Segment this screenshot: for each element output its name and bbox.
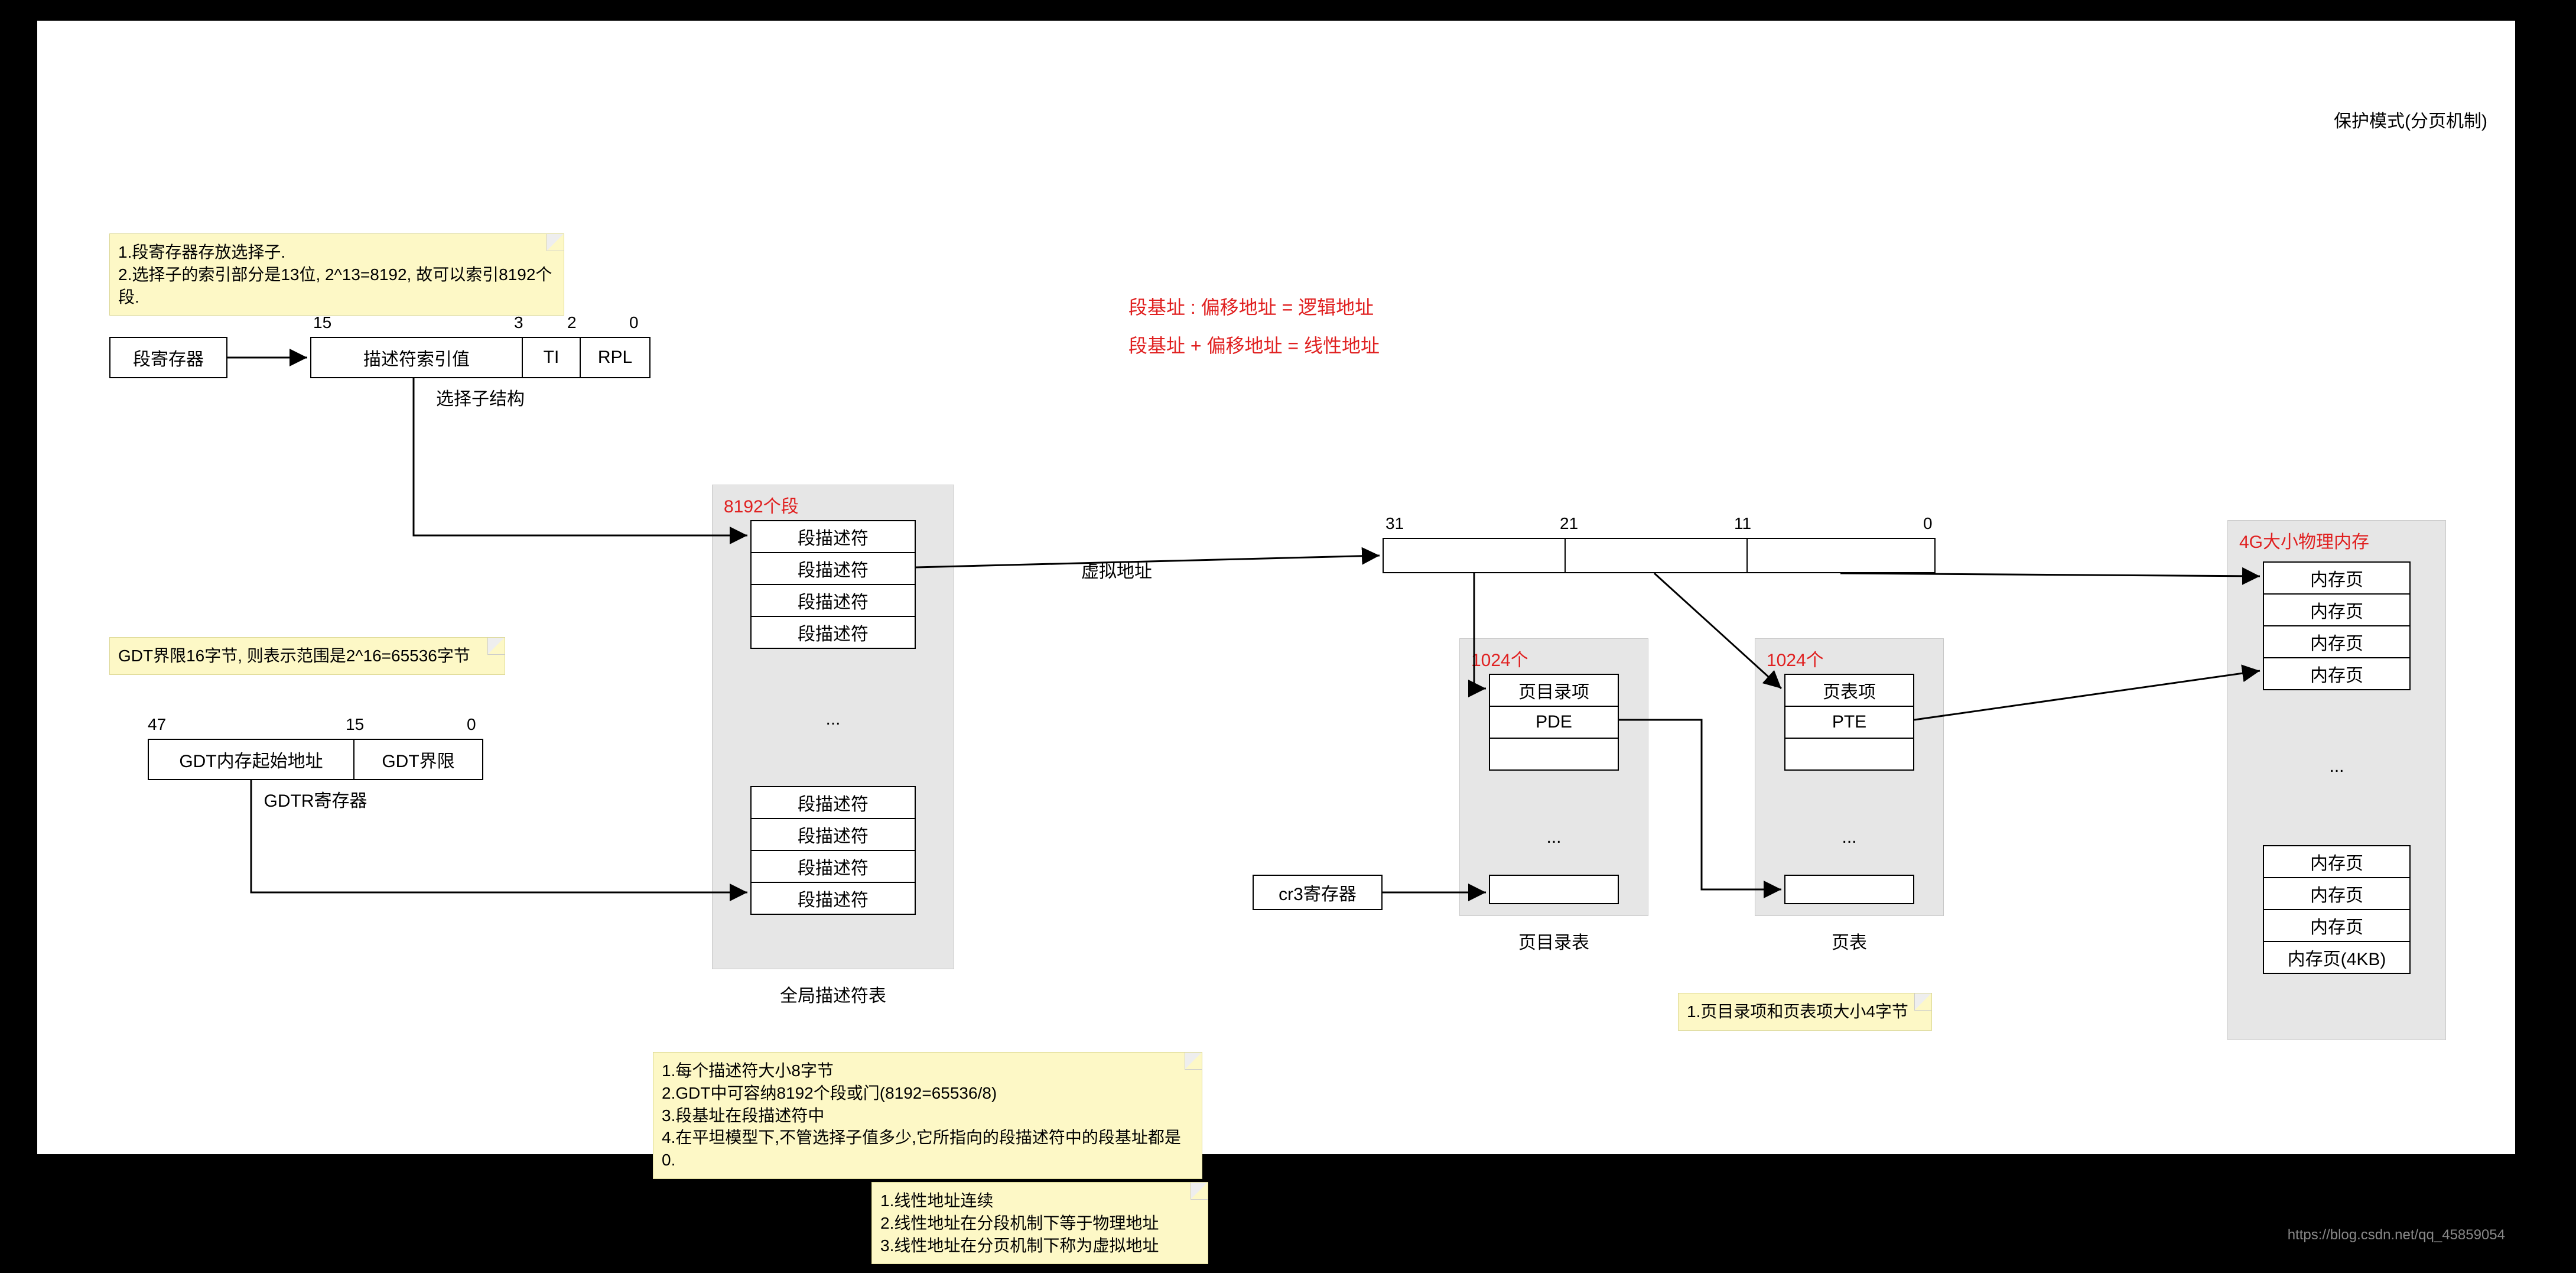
gdt-bot-stack: 段描述符 段描述符 段描述符 段描述符 (750, 786, 916, 915)
va-label: 虚拟地址 (1081, 557, 1152, 583)
note-line: 1.每个描述符大小8字节 (662, 1060, 1191, 1082)
la-mid (1565, 538, 1748, 573)
table-row (1489, 739, 1619, 771)
cr3-box: cr3寄存器 (1253, 875, 1383, 910)
tick-15b: 15 (346, 715, 364, 734)
selector-rpl: RPL (580, 337, 650, 378)
pte-title: 1024个 (1767, 645, 1824, 671)
pte-last (1784, 875, 1914, 904)
gdt-top-stack: 段描述符 段描述符 段描述符 段描述符 (750, 520, 916, 649)
tick-2: 2 (567, 313, 577, 332)
tick-0c: 0 (1923, 514, 1933, 533)
page-frame (35, 19, 2517, 1156)
la-low (1746, 538, 1936, 573)
la-high (1383, 538, 1566, 573)
phys-top-stack: 内存页 内存页 内存页 内存页 (2263, 561, 2411, 690)
pte-dots: ... (1784, 827, 1914, 847)
selector-caption: 选择子结构 (310, 384, 650, 410)
table-row: 内存页 (2263, 658, 2411, 690)
gdtr-base: GDT内存起始地址 (148, 739, 354, 780)
phys-title: 4G大小物理内存 (2239, 527, 2369, 553)
tick-31: 31 (1385, 514, 1404, 533)
note-line: 1.段寄存器存放选择子. (118, 241, 553, 264)
equation-2: 段基址 + 偏移地址 = 线性地址 (1128, 331, 1380, 358)
tick-11: 11 (1734, 514, 1751, 533)
note-line: 2.选择子的索引部分是13位, 2^13=8192, 故可以索引8192个段. (118, 264, 553, 308)
note-descriptor: 1.每个描述符大小8字节 2.GDT中可容纳8192个段或门(8192=6553… (653, 1052, 1202, 1179)
selector-index: 描述符索引值 (310, 337, 523, 378)
table-row: 内存页(4KB) (2263, 942, 2411, 974)
pte-caption: 页表 (1755, 928, 1944, 954)
note-line: 3.段基址在段描述符中 (662, 1105, 1191, 1127)
table-row: PDE (1489, 707, 1619, 739)
gdtr-caption: GDTR寄存器 (148, 786, 483, 812)
gdt-title: 8192个段 (724, 492, 799, 518)
pde-stack: 页目录项 PDE (1489, 674, 1619, 771)
tick-15: 15 (313, 313, 331, 332)
pde-caption: 页目录表 (1459, 928, 1648, 954)
note-selector: 1.段寄存器存放选择子. 2.选择子的索引部分是13位, 2^13=8192, … (109, 233, 564, 316)
table-row: 内存页 (2263, 910, 2411, 942)
pde-dots: ... (1489, 827, 1619, 847)
table-row: PTE (1784, 707, 1914, 739)
note-line: 2.线性地址在分段机制下等于物理地址 (880, 1212, 1197, 1235)
note-line: 2.GDT中可容纳8192个段或门(8192=65536/8) (662, 1082, 1191, 1105)
table-row: 段描述符 (750, 883, 916, 915)
note-gdt-limit: GDT界限16字节, 则表示范围是2^16=65536字节 (109, 637, 505, 675)
footer-url: https://blog.csdn.net/qq_45859054 (2288, 1227, 2505, 1243)
table-row: 内存页 (2263, 561, 2411, 595)
table-row: 页目录项 (1489, 674, 1619, 707)
gdt-dots: ... (750, 709, 916, 729)
table-row: 内存页 (2263, 626, 2411, 658)
note-line: 3.线性地址在分页机制下称为虚拟地址 (880, 1235, 1197, 1257)
table-row: 段描述符 (750, 819, 916, 851)
note-line: 1.线性地址连续 (880, 1190, 1197, 1212)
table-row: 段描述符 (750, 553, 916, 585)
tick-47: 47 (148, 715, 166, 734)
pde-last (1489, 875, 1619, 904)
table-row: 段描述符 (750, 786, 916, 819)
table-row: 段描述符 (750, 585, 916, 617)
table-row: 内存页 (2263, 845, 2411, 878)
equation-1: 段基址 : 偏移地址 = 逻辑地址 (1128, 293, 1374, 320)
selector-ti: TI (522, 337, 581, 378)
tick-0: 0 (629, 313, 639, 332)
pte-stack: 页表项 PTE (1784, 674, 1914, 771)
phys-dots: ... (2263, 756, 2411, 777)
table-row: 内存页 (2263, 595, 2411, 626)
note-entry-size: 1.页目录项和页表项大小4字节 (1678, 993, 1932, 1031)
tick-3: 3 (514, 313, 523, 332)
page-title: 保护模式(分页机制) (2334, 106, 2487, 132)
gdt-caption: 全局描述符表 (712, 981, 954, 1007)
table-row: 段描述符 (750, 851, 916, 883)
note-linear: 1.线性地址连续 2.线性地址在分段机制下等于物理地址 3.线性地址在分页机制下… (871, 1182, 1208, 1264)
table-row: 页表项 (1784, 674, 1914, 707)
table-row (1784, 739, 1914, 771)
table-row: 段描述符 (750, 617, 916, 649)
tick-0b: 0 (467, 715, 476, 734)
tick-21: 21 (1560, 514, 1578, 533)
pde-title: 1024个 (1471, 645, 1528, 671)
phys-bot-stack: 内存页 内存页 内存页 内存页(4KB) (2263, 845, 2411, 974)
gdtr-limit: GDT界限 (353, 739, 483, 780)
note-line: 4.在平坦模型下,不管选择子值多少,它所指向的段描述符中的段基址都是0. (662, 1126, 1191, 1171)
table-row: 段描述符 (750, 520, 916, 553)
table-row: 内存页 (2263, 878, 2411, 910)
seg-register-box: 段寄存器 (109, 337, 227, 378)
